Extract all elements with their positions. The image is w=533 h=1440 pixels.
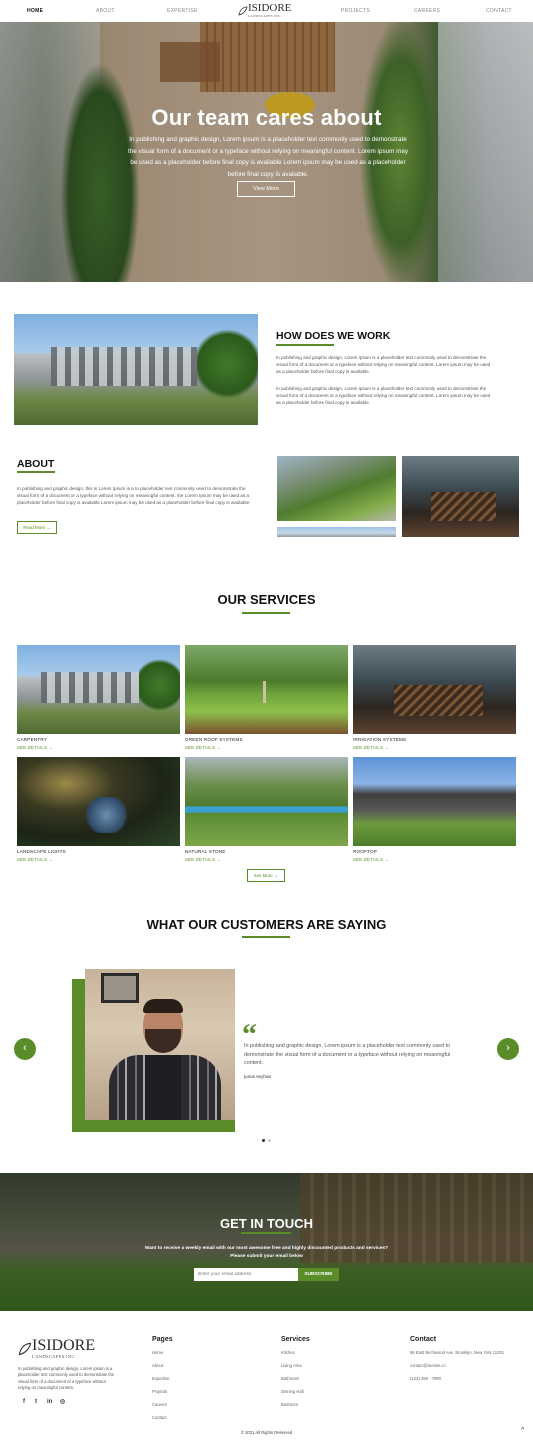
services-title: OUR SERVICES bbox=[217, 592, 316, 607]
title-underline bbox=[17, 471, 55, 473]
hero-text: In publishing and graphic design, Lorem … bbox=[127, 136, 408, 178]
hero-title: Our team cares about bbox=[151, 105, 382, 130]
leaf-icon bbox=[238, 6, 248, 16]
linkedin-icon[interactable]: in bbox=[47, 1399, 52, 1405]
footer-link-bedroom[interactable]: Bedroom bbox=[281, 1402, 298, 1407]
subscribe-button[interactable]: SUBSCRIBE bbox=[298, 1268, 339, 1281]
footer-pages-title: Pages bbox=[152, 1336, 173, 1343]
footer-services-title: Services bbox=[281, 1336, 310, 1343]
testimonial-quote: In publishing and graphic design, Lorem … bbox=[244, 1043, 451, 1067]
service-image-natural-stone[interactable] bbox=[185, 757, 348, 846]
footer-link-bathroom[interactable]: Bathroom bbox=[281, 1376, 299, 1381]
footer-link-home[interactable]: Home bbox=[152, 1350, 163, 1355]
service-image-rooftop[interactable] bbox=[353, 757, 516, 846]
footer-logo[interactable]: ISIDORE LANDSCAPES INC. bbox=[18, 1338, 95, 1359]
service-label-natural-stone: NATURAL STONE bbox=[185, 849, 226, 854]
nav-projects[interactable]: PROJECTS bbox=[341, 8, 370, 14]
nav-expertise[interactable]: EXPERTISE bbox=[167, 8, 198, 14]
footer-link-living-area[interactable]: Living Area bbox=[281, 1363, 302, 1368]
how-we-work-text-1: In publishing and graphic design, Lorem … bbox=[276, 355, 491, 375]
logo-wordmark: ISIDORE bbox=[32, 1337, 96, 1354]
footer-link-contact[interactable]: Contact bbox=[152, 1415, 166, 1420]
footer-phone[interactable]: (123) 456 - 7890 bbox=[410, 1376, 441, 1381]
copyright-text: © 2021 All Rights Reserved bbox=[240, 1430, 293, 1435]
logo-tagline: LANDSCAPES INC. bbox=[248, 14, 282, 18]
hero-section: Our team cares about In publishing and g… bbox=[0, 22, 533, 282]
footer-about-text: In publishing and graphic design, Lorem … bbox=[18, 1366, 115, 1390]
how-we-work-title: HOW DOES WE WORK bbox=[276, 330, 391, 342]
about-image-2 bbox=[402, 456, 519, 537]
contact-section bbox=[0, 1173, 533, 1311]
about-image-1 bbox=[277, 456, 396, 521]
title-underline bbox=[242, 612, 290, 614]
carousel-dot-active[interactable] bbox=[262, 1139, 265, 1142]
see-details-link[interactable]: SEE DETAILS → bbox=[353, 857, 389, 862]
contact-text-2: Please submit your email below bbox=[230, 1254, 303, 1259]
footer-link-projects[interactable]: Projects bbox=[152, 1389, 167, 1394]
scroll-top-icon[interactable]: ^ bbox=[521, 1427, 524, 1434]
prev-arrow-button[interactable]: ‹ bbox=[14, 1038, 36, 1060]
nav-about[interactable]: ABOUT bbox=[96, 8, 115, 14]
next-arrow-button[interactable]: › bbox=[497, 1038, 519, 1060]
customer-photo bbox=[85, 969, 235, 1120]
service-image-green-roof[interactable] bbox=[185, 645, 348, 734]
about-image-3 bbox=[277, 527, 396, 537]
footer-link-dinning-hall[interactable]: Dinning Hall bbox=[281, 1389, 304, 1394]
testimonial-author: junus seyhan bbox=[244, 1074, 272, 1079]
footer-link-kitchen[interactable]: Kitchen bbox=[281, 1350, 295, 1355]
footer-link-about[interactable]: About bbox=[152, 1363, 163, 1368]
leaf-icon bbox=[18, 1342, 32, 1355]
how-we-work-text-2: In publishing and graphic design, Lorem … bbox=[276, 386, 491, 406]
top-navigation: HOME ABOUT EXPERTISE ISIDORE LANDSCAPES … bbox=[0, 0, 533, 22]
nav-careers[interactable]: CAREERS bbox=[414, 8, 440, 14]
service-image-irrigation[interactable] bbox=[353, 645, 516, 734]
carousel-dot[interactable] bbox=[268, 1139, 271, 1142]
service-label-landscape-lights: LANDSCAPE LIGHTS bbox=[17, 849, 66, 854]
title-underline bbox=[241, 1232, 291, 1234]
logo-wordmark: ISIDORE bbox=[248, 2, 292, 14]
footer-address: 96 East Birchwood Ave. Brooklyn, New Yor… bbox=[410, 1350, 505, 1355]
service-label-carpentry: CARPENTRY bbox=[17, 737, 48, 742]
view-more-button[interactable]: View More bbox=[237, 181, 295, 197]
logo-tagline: LANDSCAPES INC. bbox=[32, 1354, 77, 1359]
instagram-icon[interactable]: ◎ bbox=[60, 1398, 65, 1405]
testimonials-title: WHAT OUR CUSTOMERS ARE SAYING bbox=[146, 917, 387, 932]
see-details-link[interactable]: SEE DETAILS → bbox=[17, 745, 53, 750]
footer-link-expertise[interactable]: Expertise bbox=[152, 1376, 169, 1381]
see-more-button[interactable]: See More → bbox=[247, 869, 285, 882]
nav-home[interactable]: HOME bbox=[27, 8, 43, 14]
see-details-link[interactable]: SEE DETAILS → bbox=[353, 745, 389, 750]
service-image-carpentry[interactable] bbox=[17, 645, 180, 734]
see-details-link[interactable]: SEE DETAILS → bbox=[185, 745, 221, 750]
footer-email[interactable]: contact@mesite.co bbox=[410, 1363, 446, 1368]
title-underline bbox=[242, 936, 290, 938]
how-we-work-image bbox=[14, 314, 258, 425]
title-underline bbox=[276, 344, 334, 346]
read-more-button[interactable]: Read More → bbox=[17, 521, 57, 534]
contact-text-1: Want to receive a weekly email with our … bbox=[144, 1246, 389, 1251]
about-text: In publishing and graphic design, this i… bbox=[17, 486, 251, 506]
nav-contact[interactable]: CONTACT bbox=[486, 8, 512, 14]
footer-link-careers[interactable]: Careers bbox=[152, 1402, 167, 1407]
service-image-landscape-lights[interactable] bbox=[17, 757, 180, 846]
see-details-link[interactable]: SEE DETAILS → bbox=[17, 857, 53, 862]
service-label-rooftop: ROOFTOP bbox=[353, 849, 378, 854]
see-details-link[interactable]: SEE DETAILS → bbox=[185, 857, 221, 862]
about-title: ABOUT bbox=[17, 458, 55, 470]
twitter-icon[interactable]: t bbox=[35, 1399, 37, 1405]
footer-contact-title: Contact bbox=[410, 1336, 437, 1343]
contact-title: GET IN TOUCH bbox=[220, 1216, 313, 1231]
service-label-green-roof: GREEN ROOF SYSTEMS bbox=[185, 737, 243, 742]
service-label-irrigation: IRRIGATION SYSTEMS bbox=[353, 737, 407, 742]
email-input[interactable] bbox=[194, 1268, 298, 1281]
facebook-icon[interactable]: f bbox=[23, 1399, 25, 1405]
site-logo[interactable]: ISIDORE LANDSCAPES INC. bbox=[238, 3, 291, 18]
